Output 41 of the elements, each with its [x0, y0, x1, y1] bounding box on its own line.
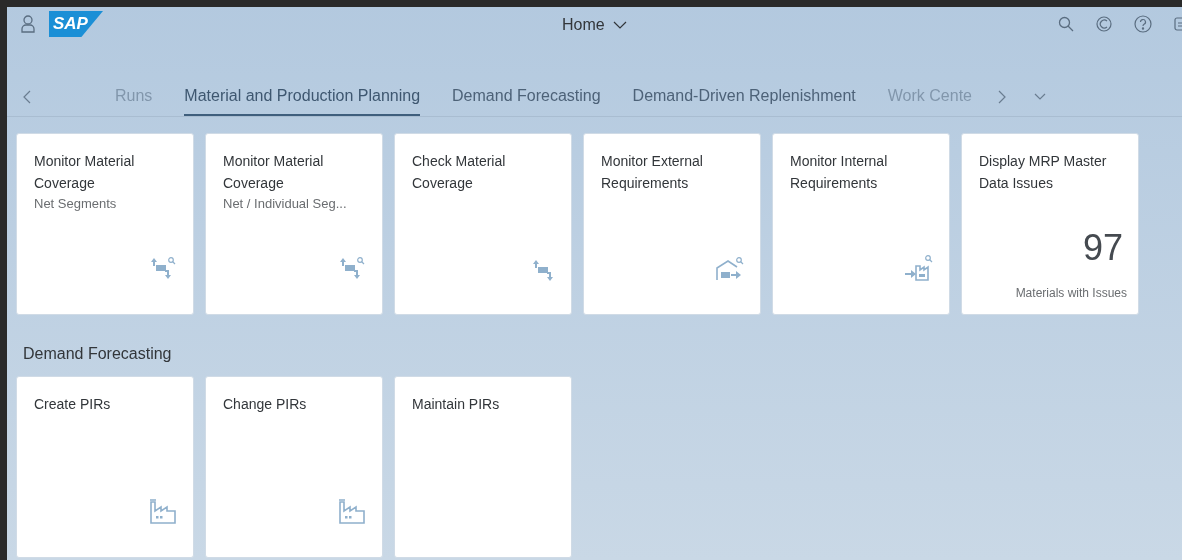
copilot-icon[interactable] — [1096, 15, 1112, 33]
tile-title: Maintain PIRs — [412, 395, 501, 414]
chevron-down-icon — [612, 21, 627, 29]
help-icon[interactable] — [1134, 15, 1152, 33]
coverage-icon — [530, 260, 556, 282]
app-tile[interactable]: Monitor Internal Requirements — [772, 133, 950, 315]
app-tile[interactable]: Create PIRs — [16, 376, 194, 558]
kpi-value: 97 — [1082, 228, 1123, 268]
tile-title: Monitor Material Coverage — [34, 152, 136, 193]
tile-title: Create PIRs — [34, 395, 112, 414]
home-title-menu[interactable]: Home — [562, 13, 627, 37]
app-tile[interactable]: Monitor External Requirements — [583, 133, 761, 315]
chevron-left-icon — [23, 89, 31, 104]
chevron-right-icon — [998, 89, 1006, 104]
tile-footer: Materials with Issues — [1015, 284, 1127, 302]
app-tile[interactable]: Maintain PIRs — [394, 376, 572, 558]
app-tile[interactable]: Monitor Material Coverage Net / Individual Seg... — [205, 133, 383, 315]
factory-icon — [337, 499, 367, 525]
app-tile[interactable]: Check Material Coverage — [394, 133, 572, 315]
search-icon[interactable] — [1058, 16, 1074, 32]
factory-icon — [904, 254, 934, 282]
chevron-down-icon — [1034, 92, 1046, 101]
tab[interactable]: Demand Forecasting — [452, 77, 601, 116]
tile-title: Monitor Internal Requirements — [790, 152, 889, 193]
tab[interactable]: Demand-Driven Replenishment — [632, 77, 856, 116]
tile-title: Monitor Material Coverage — [223, 152, 325, 193]
tile-subtitle: Net / Individual Seg... — [223, 195, 348, 213]
app-tile[interactable]: Display MRP Master Data Issues 97 Materials with Issues — [961, 133, 1139, 315]
sap-logo[interactable]: SAP — [49, 11, 103, 37]
app-tile[interactable]: Monitor Material Coverage Net Segments — [16, 133, 194, 315]
group-title: Demand Forecasting — [23, 344, 173, 362]
user-icon[interactable] — [21, 15, 35, 33]
tab[interactable]: Material and Production Planning — [184, 77, 421, 116]
tile-title: Change PIRs — [223, 395, 308, 414]
app-tile[interactable]: Change PIRs — [205, 376, 383, 558]
tile-title: Monitor External Requirements — [601, 152, 704, 193]
tile-subtitle: Net Segments — [34, 195, 118, 213]
tile-title: Display MRP Master Data Issues — [979, 152, 1108, 193]
tile-title: Check Material Coverage — [412, 152, 507, 193]
warehouse-icon — [715, 256, 745, 282]
factory-icon — [148, 499, 178, 525]
